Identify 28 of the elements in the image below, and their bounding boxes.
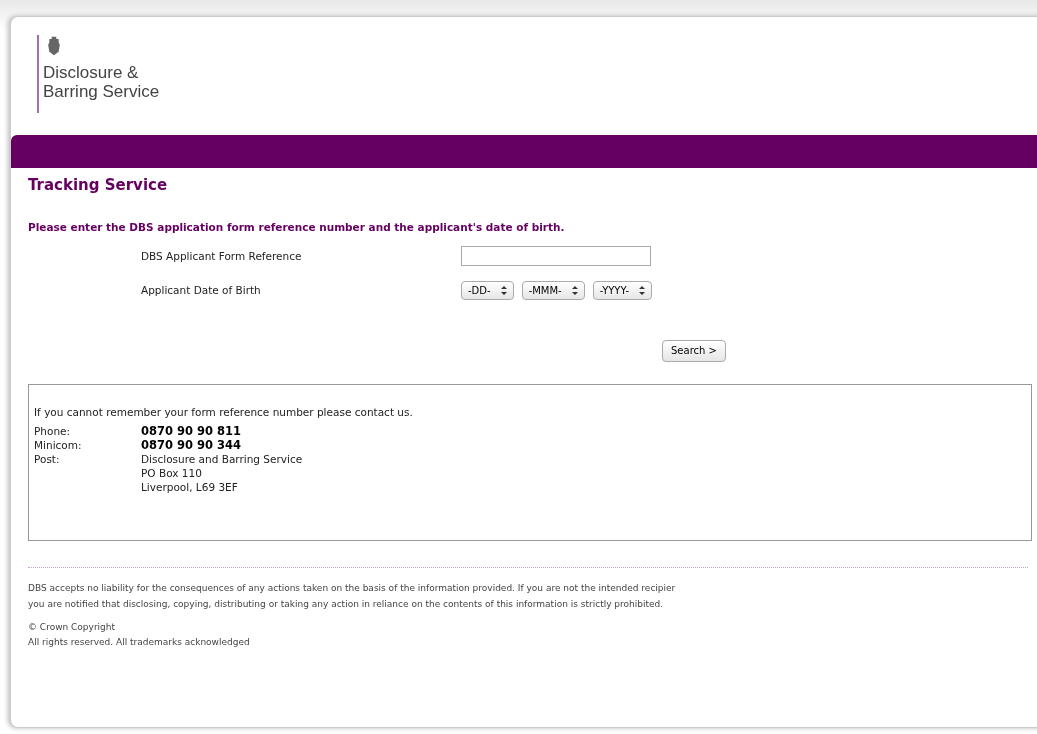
contact-label: Post: xyxy=(34,451,61,467)
search-button[interactable]: Search > xyxy=(662,339,726,362)
date-select[interactable]: -MMM- xyxy=(521,280,585,300)
copyright-text: © Crown Copyright xyxy=(28,620,116,634)
logo-text: Barring Service xyxy=(43,82,160,101)
page-heading: Tracking Service xyxy=(28,176,169,194)
instruction-text: Please enter the DBS application form reference number and the applicant's date of birth. xyxy=(28,221,566,233)
updown-arrows-icon xyxy=(639,285,645,295)
field-label: DBS Applicant Form Reference xyxy=(140,250,303,262)
contact-label: Minicom: xyxy=(34,437,83,452)
contact-value: PO Box 110 xyxy=(141,465,203,480)
updown-arrows-icon xyxy=(571,285,578,295)
disclaimer-text: you are notified that disclosing, copying, distributing or taking any action in reliance on the contents of this information is strictly prohibited. xyxy=(28,597,664,611)
reference-input[interactable] xyxy=(461,246,651,266)
contact-intro: If you cannot remember your form reference number please contact us. xyxy=(34,405,414,418)
disclaimer-text: DBS accepts no liability for the consequences of any actions taken on the basis of the information provided. If you are not the intended recipier xyxy=(28,581,676,595)
contact-value: 0870 90 90 811 xyxy=(141,423,242,438)
contact-label: Phone: xyxy=(34,423,72,438)
contact-value: Disclosure and Barring Service xyxy=(141,451,303,466)
contact-value: 0870 90 90 344 xyxy=(141,437,242,452)
contact-value: Liverpool, L69 3EF xyxy=(141,479,239,494)
rights-text: All rights reserved. All trademarks acknowledged xyxy=(28,635,250,649)
date-select[interactable]: -YYYY- xyxy=(592,280,652,300)
updown-arrows-icon xyxy=(500,285,507,295)
date-select[interactable]: -DD- xyxy=(461,280,514,300)
logo-text: Disclosure & xyxy=(43,63,139,82)
crest-icon xyxy=(47,35,61,57)
field-label: Applicant Date of Birth xyxy=(140,284,262,296)
